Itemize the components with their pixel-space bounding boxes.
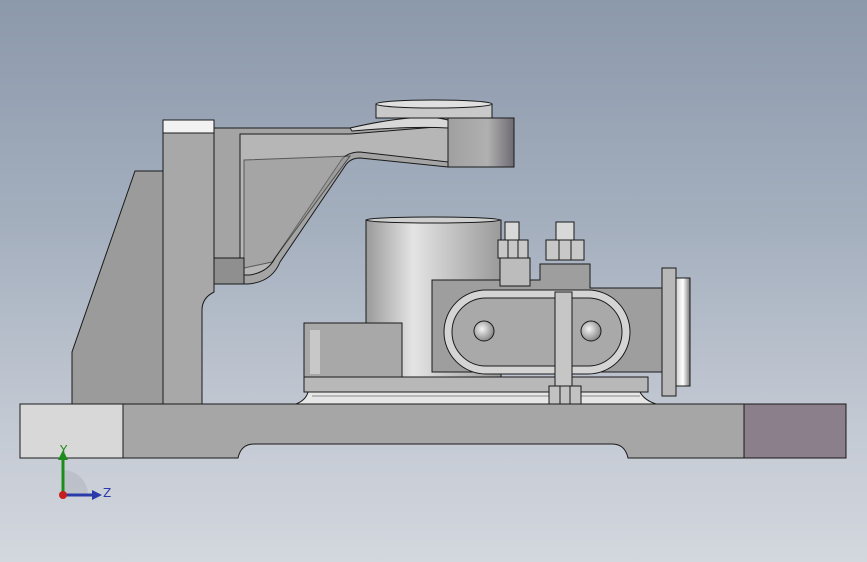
x-axis-dot (59, 491, 67, 499)
top-nut-right (545, 221, 585, 261)
model-render[interactable] (0, 0, 867, 562)
vertical-column (162, 119, 215, 405)
top-nut-left (497, 221, 529, 259)
y-axis-label: Y (60, 443, 68, 457)
pivot-disc (375, 99, 493, 119)
link-plate (443, 289, 631, 375)
z-axis-label: Z (103, 486, 112, 500)
triad-plane (63, 470, 88, 495)
end-flange (661, 267, 691, 397)
cad-viewport[interactable]: Y Z (0, 0, 867, 562)
left-support (71, 170, 164, 405)
z-axis-arrowhead (92, 490, 102, 500)
base-plate (19, 403, 847, 459)
